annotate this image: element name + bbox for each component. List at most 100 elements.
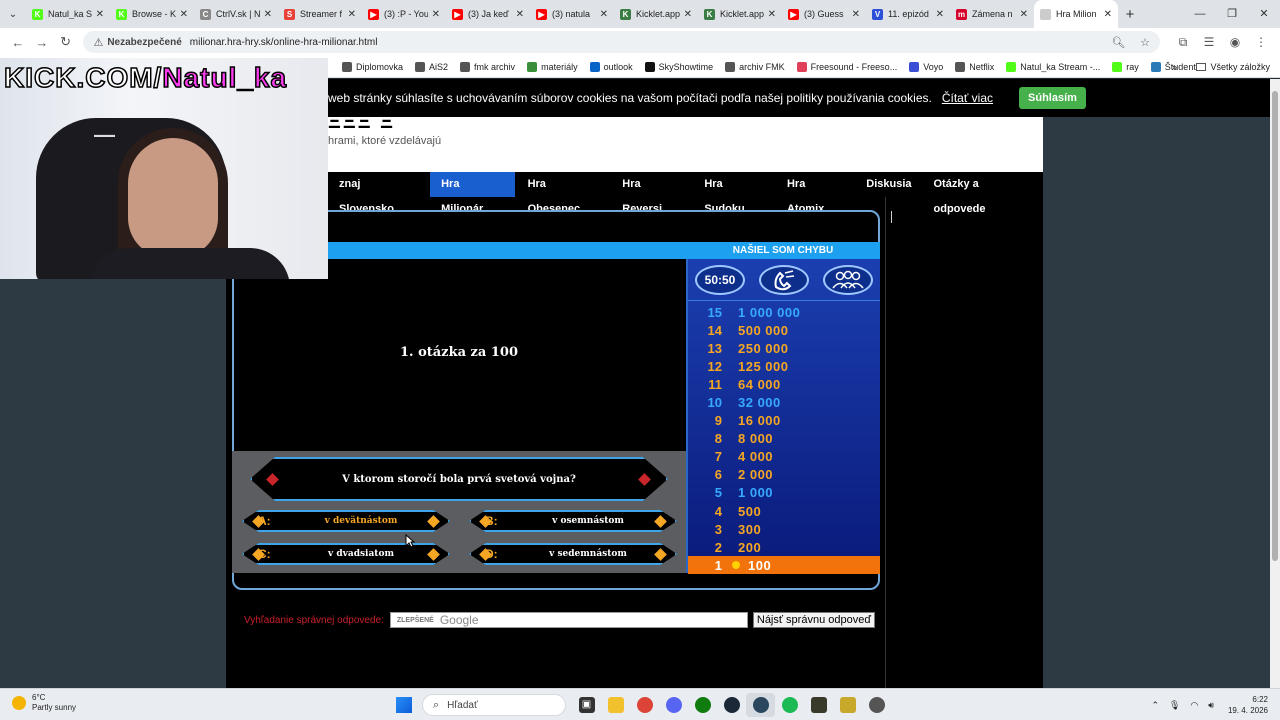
minimize-icon[interactable]: — [1184,0,1216,28]
cookie-accept-button[interactable]: Súhlasím [1019,87,1086,109]
browser-tab[interactable]: m Zámena n ✕ [950,0,1034,28]
tab-close-icon[interactable]: ✕ [1020,9,1028,20]
extensions-icon[interactable]: ⧉ [1170,35,1196,50]
find-answer-button[interactable]: Nájsť správnu odpoveď [752,612,876,628]
clock[interactable]: 6:22 19. 4. 2026 [1228,694,1268,716]
microphone-icon[interactable]: 🎙︎ [1169,700,1180,711]
site-nav-item[interactable]: Hra Sudoku [693,172,776,215]
browser-tab[interactable]: K Kicklet.app ✕ [614,0,698,28]
site-nav-item[interactable]: Hra Obesenec [517,172,612,215]
bookmark-item[interactable]: Natul_ka Stream -... [1006,61,1100,72]
zoom-icon[interactable]: 🔍︎ [1111,37,1125,49]
chrome-icon[interactable] [630,693,659,717]
bookmark-item[interactable]: materiály [527,61,578,72]
xbox-icon[interactable] [688,693,717,717]
browser-tab[interactable]: C CtrlV.sk | N ✕ [194,0,278,28]
site-nav-item[interactable]: Hra Milionár [430,172,515,215]
close-window-icon[interactable]: ✕ [1248,0,1280,28]
bookmark-item[interactable]: SkyShowtime [644,61,713,72]
browser-tab[interactable]: ▶ (3) natula ✕ [530,0,614,28]
security-label[interactable]: Nezabezpečené [107,37,181,48]
bookmark-item[interactable]: ray [1112,61,1139,72]
answer-b[interactable]: B:v osemnástom [469,510,677,532]
bookmark-item[interactable]: fmk archiv [460,61,515,72]
browser-tab[interactable]: ▶ (3) Ja keď ✕ [446,0,530,28]
all-bookmarks[interactable]: Všetky záložky [1196,62,1270,72]
browser-tab[interactable]: ▶ (3) Guess ✕ [782,0,866,28]
bookmark-star-icon[interactable]: ☆ [1140,37,1150,49]
bookmark-item[interactable]: outlook [589,61,633,72]
tab-close-icon[interactable]: ✕ [936,9,944,20]
tab-close-icon[interactable]: ✕ [96,9,104,20]
url-text[interactable]: milionar.hra-hry.sk/online-hra-milionar.… [190,37,1100,48]
new-tab-button[interactable]: + [1118,6,1142,23]
app-icon-1[interactable] [804,693,833,717]
site-nav-item[interactable]: Otázky a odpovede [923,172,1044,215]
forward-icon[interactable]: → [30,35,54,50]
bookmark-item[interactable]: Diplomovka [342,61,403,72]
tab-close-icon[interactable]: ✕ [600,9,608,20]
tab-close-icon[interactable]: ✕ [432,9,440,20]
answer-d[interactable]: D:v sedemnástom [469,543,677,565]
steam-icon[interactable] [717,693,746,717]
bookmark-item[interactable]: Freesound - Freeso... [796,61,897,72]
file-explorer-icon[interactable] [601,693,630,717]
site-logo[interactable]: ΞΞΞ Ξ [328,111,395,134]
app-icon-2[interactable] [833,693,862,717]
site-nav-item[interactable]: znaj Slovensko [328,172,428,215]
weather-widget[interactable]: 6°C Partly sunny [12,693,76,713]
browser-tab[interactable]: ▶ (3) :P - You ✕ [362,0,446,28]
media-icon[interactable]: ☰ [1196,35,1222,50]
answer-a[interactable]: A:v devätnástom [242,510,450,532]
restore-icon[interactable]: ❐ [1216,0,1248,28]
cookie-read-more-link[interactable]: Čítať viac [942,91,993,105]
profile-avatar[interactable]: ◉ [1222,35,1248,50]
taskbar-search[interactable]: ⌕ Hľadať [422,694,566,716]
site-nav-item[interactable]: Diskusia [855,172,922,197]
bookmark-item[interactable]: Voyo [909,61,943,72]
tab-close-icon[interactable]: ✕ [516,9,524,20]
tab-close-icon[interactable]: ✕ [768,9,776,20]
tab-search-icon[interactable]: ⌄ [0,0,26,28]
site-nav-item[interactable]: Hra Atomix [776,172,855,215]
windows-start-icon[interactable] [396,697,412,713]
lifeline-5050[interactable]: 50:50 [695,264,745,295]
tray-chevron-icon[interactable]: ⌃ [1151,700,1159,711]
scrollbar-thumb[interactable] [1272,91,1278,561]
wifi-icon[interactable]: ◠ [1190,700,1198,711]
task-view-icon[interactable]: ▣ [572,693,601,717]
report-error-button[interactable]: NAŠIEL SOM CHYBU [686,242,880,259]
browser-tab[interactable]: K Browse - K ✕ [110,0,194,28]
lifeline-phone[interactable] [759,264,809,295]
browser-tab[interactable]: Hra Milion ✕ [1034,0,1118,28]
steam-active-icon[interactable] [746,693,775,717]
google-search-input[interactable]: ZLEPŠENÉ Google [389,612,748,628]
address-bar[interactable]: ⚠ Nezabezpečené milionar.hra-hry.sk/onli… [83,31,1160,53]
tab-close-icon[interactable]: ✕ [180,9,188,20]
menu-icon[interactable]: ⋮ [1248,35,1274,50]
tab-close-icon[interactable]: ✕ [348,9,356,20]
tab-close-icon[interactable]: ✕ [264,9,272,20]
back-icon[interactable]: ← [6,35,30,50]
bookmarks-more-icon[interactable]: » [1172,62,1177,72]
bookmark-item[interactable]: Netflix [955,61,994,72]
browser-tab[interactable]: V 11. epizód ✕ [866,0,950,28]
bookmark-item[interactable]: AiS2 [415,61,448,72]
browser-tab[interactable]: S Streamer f ✕ [278,0,362,28]
site-nav-item[interactable]: Hra Reversi [611,172,693,215]
bookmark-item[interactable]: archiv FMK [725,61,785,72]
warning-icon[interactable]: ⚠ [93,36,103,49]
tab-close-icon[interactable]: ✕ [1104,9,1112,20]
browser-tab[interactable]: K Natul_ka S ✕ [26,0,110,28]
spotify-icon[interactable] [775,693,804,717]
discord-icon[interactable] [659,693,688,717]
lifeline-audience[interactable] [823,264,873,295]
tab-close-icon[interactable]: ✕ [684,9,692,20]
settings-gear-icon[interactable] [862,693,891,717]
tab-close-icon[interactable]: ✕ [852,9,860,20]
volume-icon[interactable]: 🔊︎ [1208,700,1214,711]
page-scrollbar[interactable] [1270,79,1280,688]
answer-c[interactable]: C:v dvadsiatom [242,543,450,565]
browser-tab[interactable]: K Kicklet.app ✕ [698,0,782,28]
reload-icon[interactable]: ↻ [54,34,78,50]
